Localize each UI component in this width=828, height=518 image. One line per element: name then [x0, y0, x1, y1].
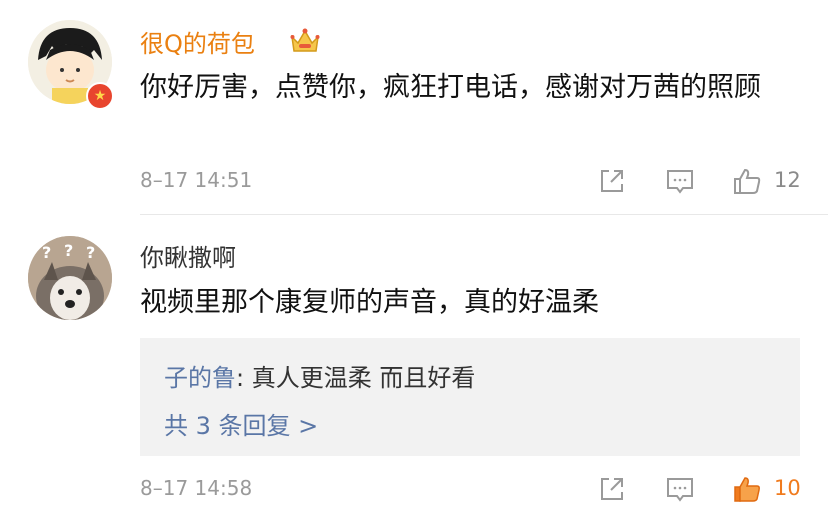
share-icon[interactable]	[597, 166, 627, 196]
reply-preview: 子的鲁: 真人更温柔 而且好看	[164, 358, 475, 393]
timestamp: 8–17 14:51	[140, 168, 253, 192]
view-replies-link[interactable]: 共 3 条回复 >	[164, 406, 318, 441]
reply-username[interactable]: 子的鲁	[164, 364, 236, 392]
comment-icon[interactable]	[665, 474, 695, 504]
comment-meta: 8–17 14:51 12	[140, 162, 828, 202]
question-mark-icon: ?	[42, 243, 51, 262]
share-icon[interactable]	[597, 474, 627, 504]
comment-item: ? ? ? 你瞅撒啊 视频里那个康复师的声音，真的好温柔 子的鲁: 真人更温柔 …	[0, 216, 828, 518]
verified-badge-icon: ★	[86, 82, 114, 110]
avatar[interactable]: ? ? ?	[28, 236, 112, 320]
timestamp: 8–17 14:58	[140, 476, 253, 500]
svg-text:?: ?	[64, 241, 73, 260]
username[interactable]: 你瞅撒啊	[140, 238, 236, 273]
like-count: 10	[774, 476, 801, 500]
thumbs-up-icon[interactable]	[732, 474, 762, 504]
svg-text:?: ?	[86, 243, 95, 262]
avatar-illustration: ? ? ?	[28, 236, 112, 320]
reply-text: : 真人更温柔 而且好看	[236, 364, 476, 392]
username[interactable]: 很Q的荷包	[140, 24, 255, 59]
divider	[140, 214, 828, 215]
comment-icon[interactable]	[665, 166, 695, 196]
comment-meta: 8–17 14:58 10	[140, 470, 828, 510]
thumbs-up-icon[interactable]	[732, 166, 762, 196]
reply-preview-box[interactable]: 子的鲁: 真人更温柔 而且好看 共 3 条回复 >	[140, 338, 800, 456]
comment-text: 视频里那个康复师的声音，真的好温柔	[140, 287, 599, 318]
comment-text: 你好厉害，点赞你，疯狂打电话，感谢对万茜的照顾	[140, 72, 761, 103]
like-count: 12	[774, 168, 801, 192]
crown-icon	[290, 28, 320, 52]
comment-item: ★ 很Q的荷包 你好厉害，点赞你，疯狂打电话，感谢对万茜的照顾 8–17 14:…	[0, 0, 828, 214]
